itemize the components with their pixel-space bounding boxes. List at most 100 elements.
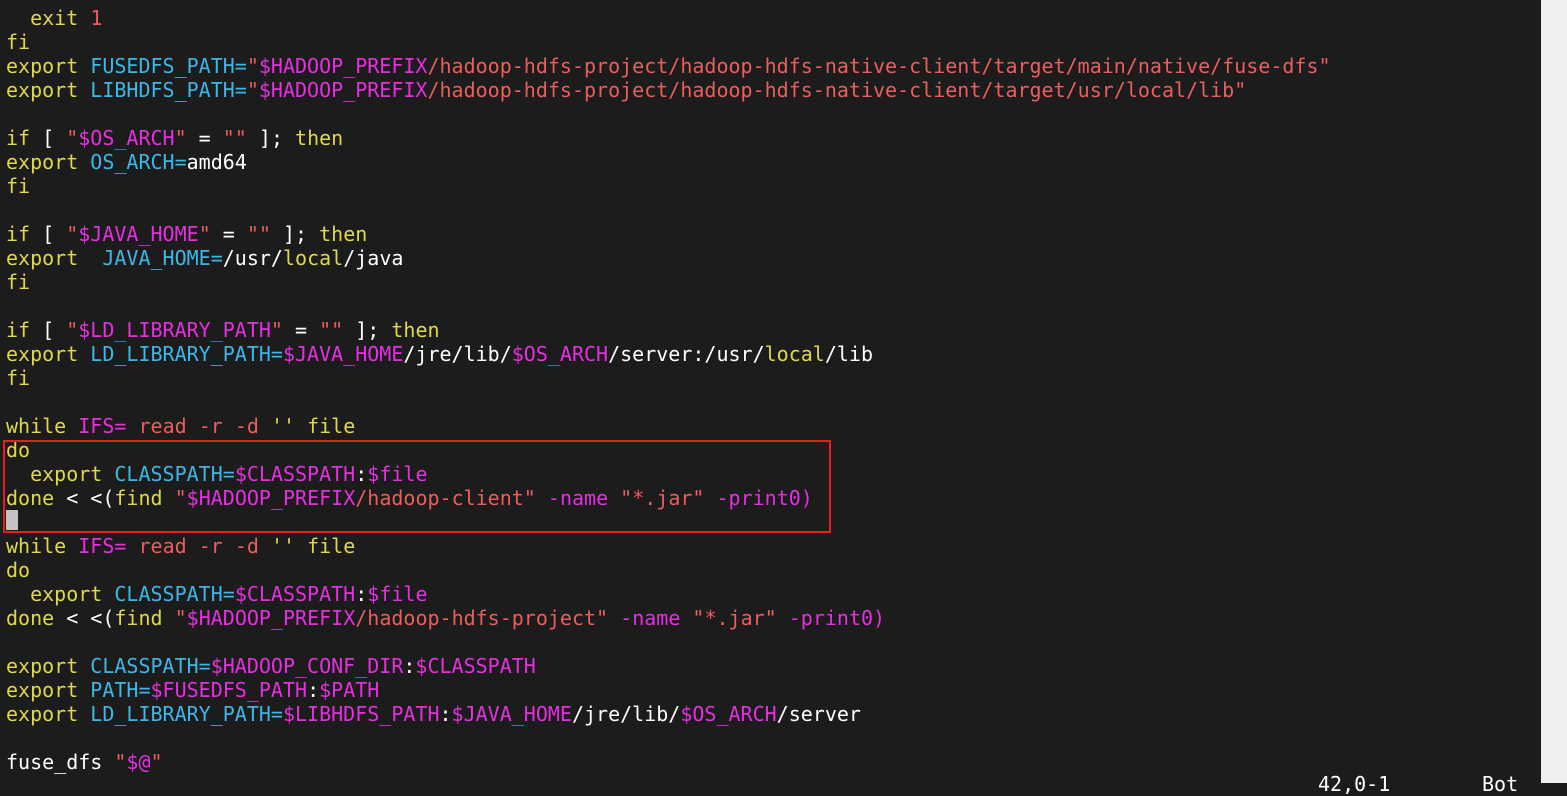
code-token: /hadoop-hdfs-project/hadoop-hdfs-native-…: [427, 54, 1331, 78]
code-line: fi: [6, 270, 30, 294]
code-token: ];: [246, 126, 296, 150]
code-token: ": [174, 126, 187, 150]
code-token: $JAVA_HOME: [282, 342, 404, 366]
code-token: =: [186, 126, 223, 150]
code-token: export: [30, 582, 103, 606]
highlight-box: [3, 440, 831, 533]
code-token: /server: [776, 702, 861, 726]
code-token: FUSEDFS_PATH=: [90, 54, 247, 78]
code-line: export LIBHDFS_PATH="$HADOOP_PREFIX/hado…: [6, 78, 1246, 102]
code-token: while: [6, 414, 67, 438]
code-token: OS_ARCH=: [90, 150, 187, 174]
code-token: '': [270, 414, 296, 438]
code-token: /jre/lib/: [571, 702, 681, 726]
code-token: :: [403, 654, 416, 678]
code-token: ": [246, 54, 259, 78]
code-token: file: [307, 414, 356, 438]
code-token: $file: [367, 582, 428, 606]
code-token: export: [6, 78, 79, 102]
code-token: ": [66, 222, 79, 246]
code-editor[interactable]: exit 1 fi export FUSEDFS_PATH="$HADOOP_PRE…: [0, 0, 1541, 783]
code-token: do: [6, 558, 31, 582]
code-token: while: [6, 534, 67, 558]
code-token: '': [270, 534, 296, 558]
code-token: $JAVA_HOME: [451, 702, 572, 726]
code-token: fi: [6, 174, 31, 198]
code-line: if [ "$JAVA_HOME" = "" ]; then: [6, 222, 367, 246]
code-token: ": [150, 750, 163, 774]
code-token: ": [246, 78, 259, 102]
code-token: export: [6, 246, 79, 270]
code-token: PATH=: [90, 678, 151, 702]
code-token: then: [391, 318, 440, 342]
code-line: while IFS= read -r -d '' file: [6, 414, 355, 438]
code-token: if: [6, 126, 31, 150]
code-token: [: [30, 126, 67, 150]
code-token: $LD_LIBRARY_PATH: [78, 318, 271, 342]
code-line: fi: [6, 366, 30, 390]
code-line: fuse_dfs "$@": [6, 750, 163, 774]
cursor-position-ruler: 42,0-1: [1318, 772, 1391, 796]
code-token: :: [439, 702, 452, 726]
code-token: ": [270, 318, 283, 342]
code-token: $HADOOP_CONF_DIR: [210, 654, 404, 678]
code-line: fi: [6, 30, 30, 54]
code-token: /hadoop-hdfs-project": [355, 606, 609, 630]
vertical-scrollbar[interactable]: [1541, 0, 1567, 783]
code-token: export: [6, 150, 79, 174]
code-token: "": [246, 222, 271, 246]
code-line: fi: [6, 174, 30, 198]
code-token: "": [222, 126, 247, 150]
code-token: $HADOOP_PREFIX: [186, 606, 356, 630]
code-token: [: [30, 222, 67, 246]
code-token: =: [210, 222, 247, 246]
scroll-position-indicator: Bot: [1482, 772, 1519, 796]
code-token: LD_LIBRARY_PATH=: [90, 702, 283, 726]
code-token: 1: [90, 6, 103, 30]
text-cursor: [6, 510, 18, 530]
code-token: read -r -d: [138, 414, 259, 438]
code-token: LD_LIBRARY_PATH=: [90, 342, 283, 366]
code-token: -name: [620, 606, 681, 630]
code-token: /server:/usr/: [608, 342, 765, 366]
code-token: local: [282, 246, 344, 270]
code-token: if: [6, 222, 31, 246]
code-token: $@: [126, 750, 151, 774]
code-line: if [ "$OS_ARCH" = "" ]; then: [6, 126, 343, 150]
code-token: CLASSPATH=: [114, 582, 235, 606]
code-token: export: [6, 54, 79, 78]
code-token: $OS_ARCH: [680, 702, 777, 726]
code-token: :: [307, 678, 320, 702]
code-token: $CLASSPATH: [234, 582, 356, 606]
code-token: read -r -d: [138, 534, 259, 558]
code-line: export CLASSPATH=$HADOOP_CONF_DIR:$CLASS…: [6, 654, 536, 678]
code-token: export: [6, 702, 79, 726]
code-token: exit: [30, 6, 79, 30]
code-token: CLASSPATH=: [90, 654, 211, 678]
code-token: /lib: [824, 342, 874, 366]
code-token: ": [66, 126, 79, 150]
code-token: "": [319, 318, 344, 342]
code-line: export PATH=$FUSEDFS_PATH:$PATH: [6, 678, 379, 702]
code-token: ": [114, 750, 127, 774]
code-line: export CLASSPATH=$CLASSPATH:$file: [6, 582, 428, 606]
code-token: then: [319, 222, 368, 246]
